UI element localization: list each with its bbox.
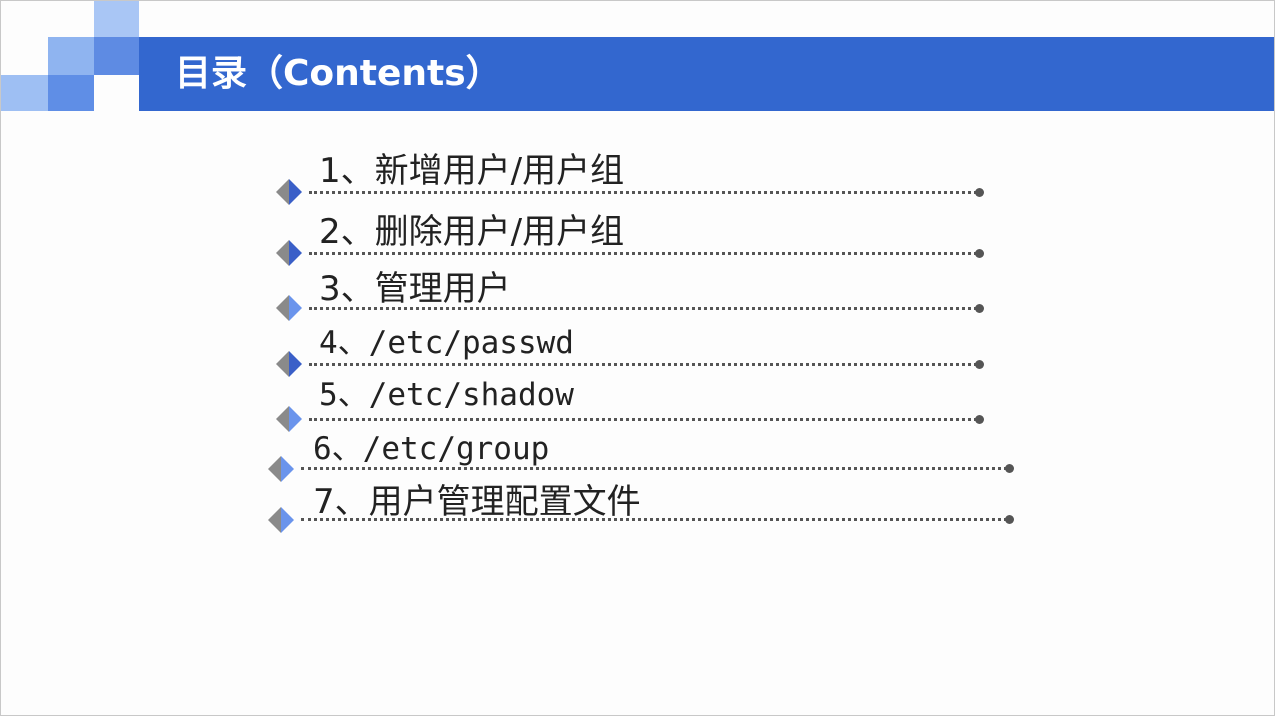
diamond-marker-icon [274,293,304,323]
toc-item-label: 3、管理用户 [319,269,511,309]
leader-end-dot [1005,515,1014,524]
toc-item-label: 1、新增用户/用户组 [319,151,625,191]
diamond-marker-icon [274,404,304,434]
decor-square [94,37,139,75]
diamond-marker-icon [266,454,296,484]
toc-item-6[interactable]: 6、/etc/group [313,411,1013,471]
toc-item-7[interactable]: 7、用户管理配置文件 [313,464,1013,524]
diamond-marker-icon [274,238,304,268]
toc-item-2[interactable]: 2、删除用户/用户组 [319,194,989,254]
diamond-marker-icon [274,177,304,207]
decor-square [94,1,139,37]
toc-item-1[interactable]: 1、新增用户/用户组 [319,133,989,193]
decor-square [48,37,94,75]
diamond-marker-icon [266,505,296,535]
dotted-leader [301,518,1007,521]
toc-item-label: 6、/etc/group [313,431,550,467]
page-title: 目录（Contents） [175,53,502,94]
toc-item-label: 5、/etc/shadow [319,377,574,413]
toc-item-label: 7、用户管理配置文件 [313,482,641,522]
toc-item-label: 2、删除用户/用户组 [319,212,625,252]
toc-item-5[interactable]: 5、/etc/shadow [319,357,989,417]
slide: 目录（Contents） 1、新增用户/用户组 2、删除用户/用户组 3、管理用… [0,0,1275,716]
diamond-marker-icon [274,349,304,379]
toc-item-4[interactable]: 4、/etc/passwd [319,305,989,365]
decor-square [1,75,48,111]
toc-item-3[interactable]: 3、管理用户 [319,251,989,311]
decor-square [48,75,94,111]
